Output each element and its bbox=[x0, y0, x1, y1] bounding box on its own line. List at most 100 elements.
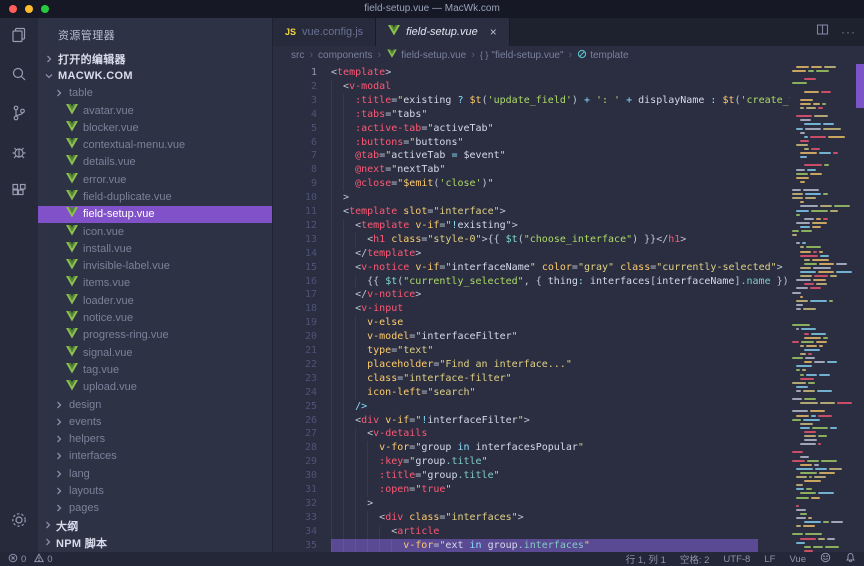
tree-item-progress-ring-vue[interactable]: progress-ring.vue bbox=[38, 327, 272, 344]
tree-item-loader-vue[interactable]: loader.vue bbox=[38, 292, 272, 309]
code-line-3[interactable]: 3 :title="existing ? $t('update_field') … bbox=[273, 94, 864, 108]
tab-vue-config-js[interactable]: JSvue.config.js bbox=[273, 18, 376, 46]
activity-debug-button[interactable] bbox=[0, 135, 38, 174]
code-line-2[interactable]: 2 <v-modal bbox=[273, 80, 864, 94]
tree-item-helpers[interactable]: helpers bbox=[38, 431, 272, 448]
activity-explorer-button[interactable] bbox=[0, 18, 38, 57]
tree-item-items-vue[interactable]: items.vue bbox=[38, 275, 272, 292]
breadcrumb-item-4[interactable]: template bbox=[577, 49, 628, 62]
status-warning-count[interactable]: 0 bbox=[34, 553, 52, 566]
zoom-window-button[interactable] bbox=[41, 5, 49, 13]
code-line-12[interactable]: 12 <template v-if="!existing"> bbox=[273, 219, 864, 233]
tree-item-lang[interactable]: lang bbox=[38, 465, 272, 482]
tree-item-table[interactable]: table bbox=[38, 85, 272, 102]
tree-item-invisible-label-vue[interactable]: invisible-label.vue bbox=[38, 258, 272, 275]
sidebar-section-0[interactable]: 大纲 bbox=[38, 517, 272, 535]
tree-item-error-vue[interactable]: error.vue bbox=[38, 171, 272, 188]
activity-extensions-button[interactable] bbox=[0, 174, 38, 213]
code-line-13[interactable]: 13 <h1 class="style-0">{{ $t("choose_int… bbox=[273, 233, 864, 247]
code-line-14[interactable]: 14 </template> bbox=[273, 247, 864, 261]
code-line-28[interactable]: 28 v-for="group in interfacesPopular" bbox=[273, 441, 864, 455]
code-line-4[interactable]: 4 :tabs="tabs" bbox=[273, 108, 864, 122]
tree-item-tag-vue[interactable]: tag.vue bbox=[38, 361, 272, 378]
scrollbar-thumb[interactable] bbox=[856, 64, 864, 108]
tree-item-contextual-menu-vue[interactable]: contextual-menu.vue bbox=[38, 136, 272, 153]
code-line-26[interactable]: 26 <div v-if="!interfaceFilter"> bbox=[273, 414, 864, 428]
status-error-count[interactable]: 0 bbox=[8, 553, 26, 566]
tree-item-blocker-vue[interactable]: blocker.vue bbox=[38, 119, 272, 136]
activity-search-button[interactable] bbox=[0, 57, 38, 96]
tree-item-icon-vue[interactable]: icon.vue bbox=[38, 223, 272, 240]
code-line-10[interactable]: 10 > bbox=[273, 191, 864, 205]
code-line-8[interactable]: 8 @next="nextTab" bbox=[273, 163, 864, 177]
code-line-27[interactable]: 27 <v-details bbox=[273, 427, 864, 441]
code-line-11[interactable]: 11 <template slot="interface"> bbox=[273, 205, 864, 219]
tree-item-upload-vue[interactable]: upload.vue bbox=[38, 379, 272, 396]
tree-item-signal-vue[interactable]: signal.vue bbox=[38, 344, 272, 361]
code-line-31[interactable]: 31 :open="true" bbox=[273, 483, 864, 497]
code-line-24[interactable]: 24 icon-left="search" bbox=[273, 386, 864, 400]
code-line-7[interactable]: 7 @tab="activeTab = $event" bbox=[273, 149, 864, 163]
close-window-button[interactable] bbox=[9, 5, 17, 13]
tree-item-avatar-vue[interactable]: avatar.vue bbox=[38, 102, 272, 119]
activity-settings-button[interactable] bbox=[0, 503, 38, 542]
tree-item-field-setup-vue[interactable]: field-setup.vue bbox=[38, 206, 272, 223]
status-item-2[interactable]: UTF-8 bbox=[723, 554, 750, 565]
tree-item-events[interactable]: events bbox=[38, 413, 272, 430]
tab-field-setup-vue[interactable]: field-setup.vue× bbox=[376, 18, 510, 46]
code-line-6[interactable]: 6 :buttons="buttons" bbox=[273, 136, 864, 150]
tree-item-field-duplicate-vue[interactable]: field-duplicate.vue bbox=[38, 188, 272, 205]
workspace-root-row[interactable]: MACWK.COM bbox=[38, 68, 272, 85]
breadcrumb-item-1[interactable]: components bbox=[318, 50, 372, 61]
open-editors-section[interactable]: 打开的编辑器 bbox=[38, 51, 272, 68]
minimize-window-button[interactable] bbox=[25, 5, 33, 13]
code-line-18[interactable]: 18 <v-input bbox=[273, 302, 864, 316]
code-line-22[interactable]: 22 placeholder="Find an interface..." bbox=[273, 358, 864, 372]
code-line-32[interactable]: 32 > bbox=[273, 497, 864, 511]
code-line-30[interactable]: 30 :title="group.title" bbox=[273, 469, 864, 483]
status-item-3[interactable]: LF bbox=[764, 554, 775, 565]
code-content: :buttons="buttons" bbox=[331, 136, 864, 150]
split-editor-icon[interactable] bbox=[816, 23, 829, 41]
tree-item-notice-vue[interactable]: notice.vue bbox=[38, 309, 272, 326]
code-editor[interactable]: 1<template>2 <v-modal3 :title="existing … bbox=[273, 64, 864, 552]
status-item-0[interactable]: 行 1, 列 1 bbox=[626, 552, 666, 566]
status-item-4[interactable]: Vue bbox=[789, 554, 806, 565]
code-line-1[interactable]: 1<template> bbox=[273, 66, 864, 80]
more-actions-icon[interactable]: ··· bbox=[841, 25, 856, 39]
code-line-35[interactable]: 35 v-for="ext in group.interfaces" bbox=[273, 539, 864, 552]
close-icon[interactable]: × bbox=[490, 25, 497, 39]
minimap[interactable] bbox=[790, 64, 856, 552]
code-line-16[interactable]: 16 {{ $t("currently_selected", { thing: … bbox=[273, 275, 864, 289]
tree-item-layouts[interactable]: layouts bbox=[38, 482, 272, 499]
tree-item-details-vue[interactable]: details.vue bbox=[38, 154, 272, 171]
code-line-21[interactable]: 21 type="text" bbox=[273, 344, 864, 358]
minimap-mark bbox=[800, 472, 817, 474]
code-line-25[interactable]: 25 /> bbox=[273, 400, 864, 414]
code-line-29[interactable]: 29 :key="group.title" bbox=[273, 455, 864, 469]
code-line-23[interactable]: 23 class="interface-filter" bbox=[273, 372, 864, 386]
breadcrumb-item-3[interactable]: { }"field-setup.vue" bbox=[480, 50, 564, 61]
tree-item-design[interactable]: design bbox=[38, 396, 272, 413]
code-line-5[interactable]: 5 :active-tab="activeTab" bbox=[273, 122, 864, 136]
tree-item-interfaces[interactable]: interfaces bbox=[38, 448, 272, 465]
code-line-9[interactable]: 9 @close="$emit('close')" bbox=[273, 177, 864, 191]
code-line-34[interactable]: 34 <article bbox=[273, 525, 864, 539]
indent-guide bbox=[367, 455, 368, 469]
sidebar-section-1[interactable]: NPM 脚本 bbox=[38, 535, 272, 553]
code-line-33[interactable]: 33 <div class="interfaces"> bbox=[273, 511, 864, 525]
tree-item-install-vue[interactable]: install.vue bbox=[38, 240, 272, 257]
status-bell-button[interactable] bbox=[845, 552, 856, 566]
code-content: <template> bbox=[331, 66, 864, 80]
tree-item-pages[interactable]: pages bbox=[38, 500, 272, 517]
code-line-17[interactable]: 17 </v-notice> bbox=[273, 288, 864, 302]
code-line-15[interactable]: 15 <v-notice v-if="interfaceName" color=… bbox=[273, 261, 864, 275]
status-feedback-button[interactable] bbox=[820, 552, 831, 566]
status-item-1[interactable]: 空格: 2 bbox=[680, 552, 710, 566]
code-line-19[interactable]: 19 v-else bbox=[273, 316, 864, 330]
breadcrumb-item-2[interactable]: field-setup.vue bbox=[386, 48, 466, 62]
code-line-20[interactable]: 20 v-model="interfaceFilter" bbox=[273, 330, 864, 344]
editor-scrollbar[interactable] bbox=[856, 64, 864, 552]
breadcrumb-item-0[interactable]: src bbox=[291, 50, 304, 61]
activity-source-control-button[interactable] bbox=[0, 96, 38, 135]
